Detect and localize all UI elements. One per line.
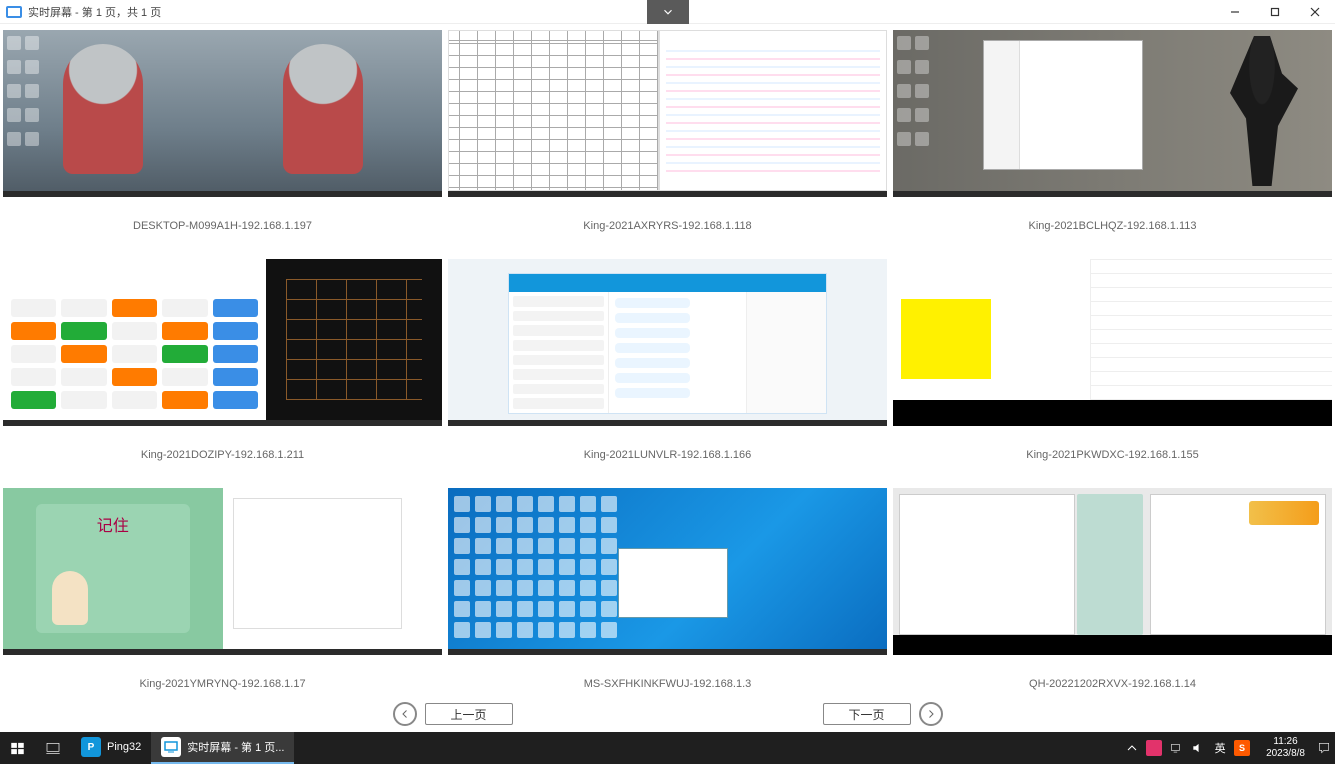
prev-arrow-button[interactable] bbox=[393, 702, 417, 726]
action-center-button[interactable] bbox=[1313, 732, 1335, 764]
task-view-button[interactable] bbox=[35, 732, 71, 764]
screen-cell: King-2021LUNVLR-192.168.1.166 bbox=[448, 259, 887, 484]
start-button[interactable] bbox=[0, 732, 35, 764]
screen-thumbnail[interactable] bbox=[3, 259, 442, 426]
screen-cell: QH-20221202RXVX-192.168.1.14 bbox=[893, 488, 1332, 708]
monitor-icon bbox=[161, 737, 181, 757]
toolbar-dropdown-button[interactable] bbox=[647, 0, 689, 24]
pager: 上一页 下一页 bbox=[0, 700, 1335, 728]
tray-sogou-icon[interactable]: S bbox=[1234, 740, 1250, 756]
tray-up-icon[interactable] bbox=[1124, 740, 1140, 756]
screen-cell: King-2021AXRYRS-192.168.1.118 bbox=[448, 30, 887, 255]
screen-cell: King-2021PKWDXC-192.168.1.155 bbox=[893, 259, 1332, 484]
taskbar-app-label: 实时屏幕 - 第 1 页... bbox=[187, 739, 284, 755]
screen-caption: King-2021AXRYRS-192.168.1.118 bbox=[448, 197, 887, 255]
ping32-icon: P bbox=[81, 737, 101, 757]
taskbar-clock[interactable]: 11:26 2023/8/8 bbox=[1258, 736, 1313, 760]
screen-thumbnail[interactable] bbox=[448, 488, 887, 655]
window-title: 实时屏幕 - 第 1 页，共 1 页 bbox=[28, 4, 161, 20]
screen-caption: DESKTOP-M099A1H-192.168.1.197 bbox=[3, 197, 442, 255]
screen-cell: King-2021DOZIPY-192.168.1.211 bbox=[3, 259, 442, 484]
windows-icon bbox=[10, 741, 25, 756]
clock-time: 11:26 bbox=[1266, 736, 1305, 748]
taskbar-app-realtime-screen[interactable]: 实时屏幕 - 第 1 页... bbox=[151, 732, 294, 764]
screen-cell: 记住King-2021YMRYNQ-192.168.1.17 bbox=[3, 488, 442, 708]
close-button[interactable] bbox=[1295, 0, 1335, 24]
screen-caption: King-2021PKWDXC-192.168.1.155 bbox=[893, 426, 1332, 484]
taskbar: P Ping32 实时屏幕 - 第 1 页... 英 S 11:26 2023/… bbox=[0, 732, 1335, 764]
tray-ime-icon[interactable]: 英 bbox=[1212, 740, 1228, 756]
screen-thumbnail[interactable] bbox=[893, 259, 1332, 426]
clock-date: 2023/8/8 bbox=[1266, 748, 1305, 760]
screen-cell: MS-SXFHKINKFWUJ-192.168.1.3 bbox=[448, 488, 887, 708]
minimize-button[interactable] bbox=[1215, 0, 1255, 24]
screen-caption: King-2021LUNVLR-192.168.1.166 bbox=[448, 426, 887, 484]
screen-caption: King-2021DOZIPY-192.168.1.211 bbox=[3, 426, 442, 484]
screen-thumbnail[interactable] bbox=[3, 30, 442, 197]
screen-thumbnail[interactable] bbox=[893, 488, 1332, 655]
taskbar-app-ping32[interactable]: P Ping32 bbox=[71, 732, 151, 764]
maximize-button[interactable] bbox=[1255, 0, 1295, 24]
next-page-button[interactable]: 下一页 bbox=[823, 703, 911, 725]
tray-network-icon[interactable] bbox=[1168, 740, 1184, 756]
next-arrow-button[interactable] bbox=[919, 702, 943, 726]
screen-thumbnail[interactable] bbox=[893, 30, 1332, 197]
titlebar: 实时屏幕 - 第 1 页，共 1 页 bbox=[0, 0, 1335, 24]
screen-thumbnail[interactable] bbox=[448, 259, 887, 426]
window-controls bbox=[1215, 0, 1335, 24]
app-icon bbox=[6, 6, 22, 18]
system-tray: 英 S bbox=[1116, 740, 1258, 756]
prev-page-button[interactable]: 上一页 bbox=[425, 703, 513, 725]
notification-icon bbox=[1317, 741, 1331, 755]
screen-cell: King-2021BCLHQZ-192.168.1.113 bbox=[893, 30, 1332, 255]
chevron-down-icon bbox=[661, 5, 675, 19]
tray-volume-icon[interactable] bbox=[1190, 740, 1206, 756]
taskbar-app-label: Ping32 bbox=[107, 741, 141, 753]
screen-caption: King-2021BCLHQZ-192.168.1.113 bbox=[893, 197, 1332, 255]
screen-thumbnail[interactable] bbox=[448, 30, 887, 197]
screen-thumbnail[interactable]: 记住 bbox=[3, 488, 442, 655]
screen-grid: DESKTOP-M099A1H-192.168.1.197King-2021AX… bbox=[3, 28, 1332, 708]
task-view-icon bbox=[45, 740, 61, 756]
screen-cell: DESKTOP-M099A1H-192.168.1.197 bbox=[3, 30, 442, 255]
tray-app-icon[interactable] bbox=[1146, 740, 1162, 756]
